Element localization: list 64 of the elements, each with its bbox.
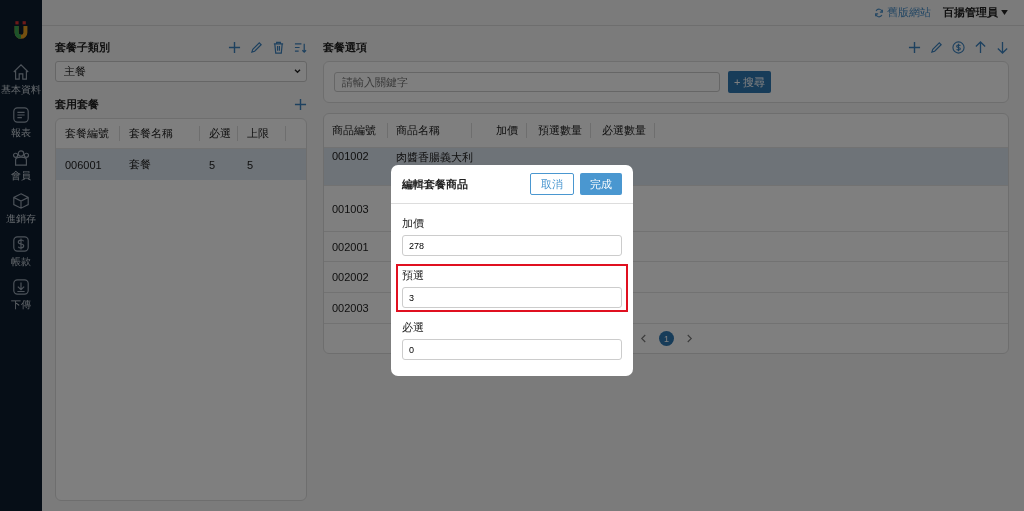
table-cell-text: 002002 bbox=[331, 271, 370, 283]
table-cell-text: 002001 bbox=[331, 240, 370, 253]
table-cell-text: 006001 bbox=[64, 158, 103, 171]
sort-icon[interactable] bbox=[294, 40, 307, 54]
chevron-right-icon[interactable] bbox=[686, 334, 693, 343]
nav-item[interactable]: 會員 bbox=[11, 149, 31, 183]
user-menu[interactable]: 百揚管理員 bbox=[943, 5, 1008, 20]
chevron-left-icon[interactable] bbox=[640, 334, 647, 343]
column-header: 預選數量 bbox=[527, 123, 591, 138]
input-field[interactable]: 0 bbox=[402, 339, 622, 360]
field-label: 加價 bbox=[402, 216, 425, 231]
column-header: 必選數量 bbox=[591, 123, 655, 138]
add-icon[interactable] bbox=[908, 40, 921, 54]
field-label: 預選 bbox=[402, 268, 425, 283]
logo-icon bbox=[13, 20, 29, 40]
subcategory-select[interactable]: 主餐 bbox=[55, 61, 307, 82]
people-icon bbox=[12, 149, 30, 167]
column-header: 上限 bbox=[238, 126, 286, 141]
column-header: 商品名稱 bbox=[388, 123, 472, 138]
arrow-up-icon[interactable] bbox=[974, 40, 987, 54]
nav-item[interactable]: 帳款 bbox=[11, 235, 31, 269]
trash-icon[interactable] bbox=[272, 40, 285, 54]
page-button[interactable]: 1 bbox=[659, 331, 674, 346]
table-cell-text: 5 bbox=[208, 158, 217, 171]
column-header: 商品編號 bbox=[324, 123, 388, 138]
table-cell-text: 套餐 bbox=[128, 157, 152, 172]
section-title: 套餐選項 bbox=[323, 39, 367, 55]
search-field[interactable]: 請輸入關鍵字 bbox=[334, 72, 720, 92]
nav-item[interactable]: 進銷存 bbox=[6, 192, 36, 226]
section-title: 套用套餐 bbox=[55, 96, 99, 112]
pencil-icon[interactable] bbox=[250, 40, 263, 54]
add-icon[interactable] bbox=[294, 97, 307, 111]
column-header: 加價 bbox=[472, 123, 527, 138]
dollar-icon bbox=[12, 235, 30, 253]
nav-item[interactable]: 下傳 bbox=[11, 278, 31, 312]
table-row[interactable]: 006001 套餐 5 5 bbox=[56, 149, 306, 180]
column-header: 必選 bbox=[200, 126, 238, 141]
table-cell-text: 001003 bbox=[331, 202, 370, 215]
column-header: 套餐編號 bbox=[56, 126, 120, 141]
table-cell-text: 肉醬香腸義大利 bbox=[395, 150, 472, 165]
table-cell-text: 001002 bbox=[331, 150, 370, 162]
document-icon bbox=[12, 106, 30, 124]
cancel-button[interactable]: 取消 bbox=[530, 173, 574, 195]
arrow-down-icon[interactable] bbox=[996, 40, 1009, 54]
input-field[interactable]: 3 bbox=[402, 287, 622, 308]
home-icon bbox=[12, 63, 30, 81]
table-cell-text: 002003 bbox=[331, 302, 370, 314]
caret-icon bbox=[1001, 10, 1008, 15]
column-header: 套餐名稱 bbox=[120, 126, 200, 141]
refresh-icon bbox=[874, 7, 884, 18]
chevron-down-icon bbox=[294, 69, 301, 74]
table-cell-text: 5 bbox=[246, 158, 255, 171]
nav-item[interactable]: 報表 bbox=[11, 106, 31, 140]
download-icon bbox=[12, 278, 30, 296]
confirm-button[interactable]: 完成 bbox=[580, 173, 622, 195]
box-icon bbox=[12, 192, 30, 210]
nav-item[interactable]: 基本資料 bbox=[1, 63, 41, 97]
pencil-icon[interactable] bbox=[930, 40, 943, 54]
section-title: 套餐子類別 bbox=[55, 39, 110, 55]
dollar-icon[interactable] bbox=[952, 40, 965, 54]
search-button[interactable]: + 搜尋 bbox=[728, 71, 772, 93]
add-icon[interactable] bbox=[228, 40, 241, 54]
old-site-link[interactable]: 舊版網站 bbox=[874, 5, 931, 20]
input-field[interactable]: 278 bbox=[402, 235, 622, 256]
